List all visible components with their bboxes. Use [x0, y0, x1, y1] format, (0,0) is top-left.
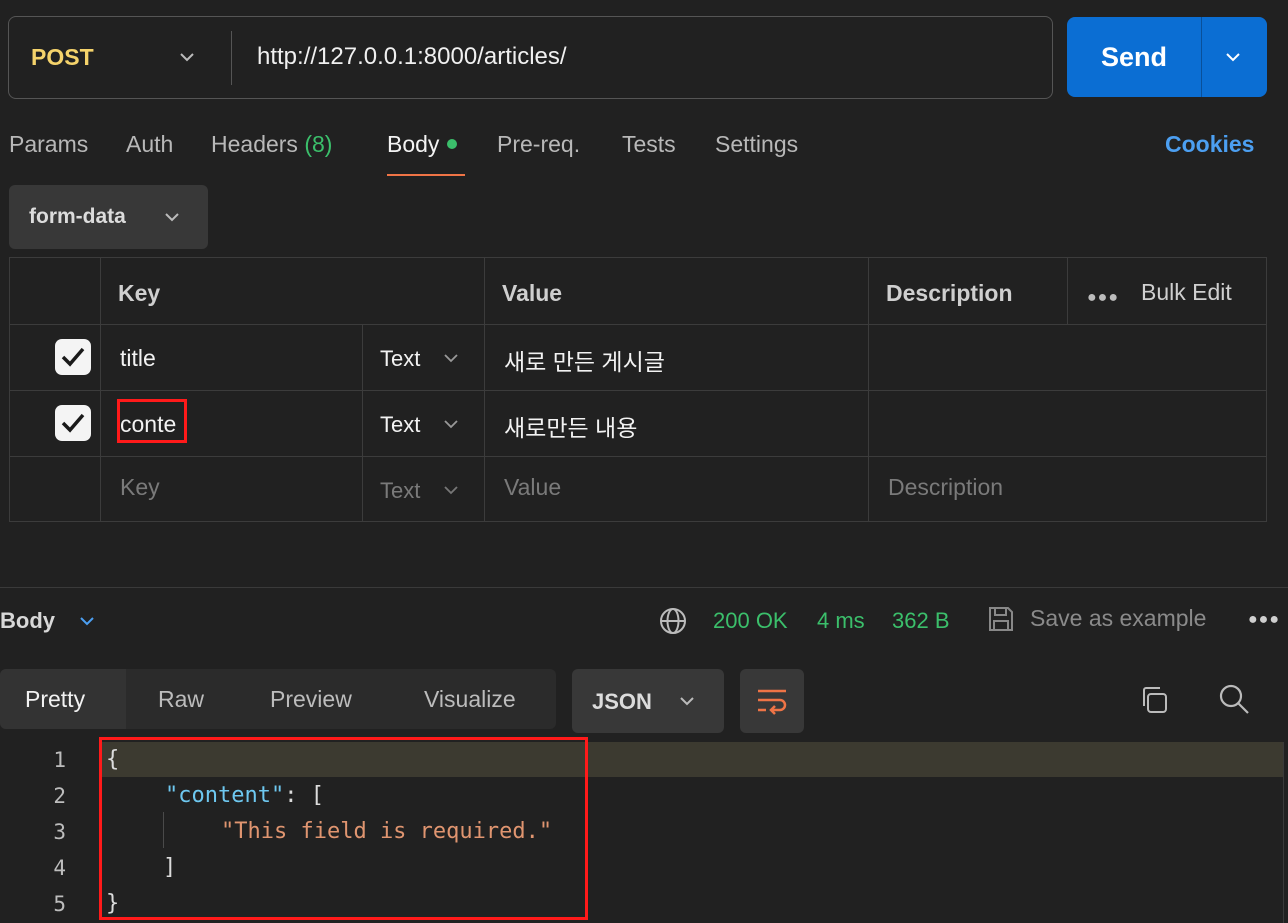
tab-prereq[interactable]: Pre-req. [497, 131, 580, 158]
tab-pretty[interactable]: Pretty [0, 669, 126, 729]
method-selector[interactable]: POST [31, 44, 94, 71]
new-description-input[interactable]: Description [888, 474, 1003, 501]
more-options-icon[interactable]: ●●● [1248, 611, 1280, 629]
body-type-label: form-data [29, 205, 126, 228]
url-input[interactable]: http://127.0.0.1:8000/articles/ [257, 43, 567, 71]
line-number: 4 [53, 856, 66, 880]
format-label: JSON [592, 689, 652, 714]
response-time[interactable]: 4 ms [817, 608, 865, 634]
headers-count-badge: (8) [304, 131, 333, 157]
tab-raw[interactable]: Raw [158, 669, 204, 729]
chevron-down-icon [680, 697, 694, 706]
save-as-example-button[interactable]: Save as example [1030, 605, 1206, 632]
copy-icon[interactable] [1138, 684, 1170, 716]
bulk-edit-button[interactable]: Bulk Edit [1141, 279, 1232, 306]
divider [1067, 258, 1068, 324]
divider [10, 456, 1266, 457]
row-type-select[interactable]: Text [380, 346, 420, 372]
tab-settings[interactable]: Settings [715, 131, 798, 158]
send-button-group: Send [1067, 17, 1267, 97]
new-key-input[interactable]: Key [120, 474, 160, 501]
column-header-value: Value [502, 280, 563, 306]
chevron-down-icon[interactable] [442, 415, 460, 433]
checkmark-icon [61, 413, 85, 433]
tab-auth[interactable]: Auth [126, 131, 173, 158]
tab-tests[interactable]: Tests [622, 131, 676, 158]
response-section-toggle[interactable]: Body [0, 608, 55, 634]
wrap-lines-icon [758, 689, 787, 715]
status-code[interactable]: 200 OK [713, 608, 788, 634]
more-options-icon[interactable]: ●●● [1087, 289, 1119, 307]
scrollbar-track[interactable] [1283, 742, 1284, 923]
format-dropdown[interactable]: JSON [572, 669, 724, 733]
wrap-lines-button[interactable] [740, 669, 804, 733]
tab-body[interactable]: Body [387, 131, 458, 158]
chevron-down-icon[interactable] [177, 47, 197, 67]
tab-body-label: Body [387, 131, 440, 157]
annotation-box [99, 737, 588, 920]
row-value[interactable]: 새로 만든 게시글 [504, 343, 665, 377]
new-value-input[interactable]: Value [504, 474, 561, 501]
divider [0, 587, 1288, 588]
row-value[interactable]: 새로만든 내용 [504, 409, 637, 443]
row-checkbox[interactable] [55, 405, 91, 441]
row-key[interactable]: title [120, 345, 156, 372]
active-tab-underline [387, 174, 465, 176]
form-data-table: Key Value Description ●●● Bulk Edit titl… [9, 257, 1267, 522]
row-type-select[interactable]: Text [380, 412, 420, 438]
response-size[interactable]: 362 B [892, 608, 950, 634]
save-icon [989, 607, 1013, 631]
divider [1201, 17, 1202, 97]
cookies-link[interactable]: Cookies [1165, 131, 1254, 158]
line-number: 3 [53, 820, 66, 844]
column-header-key: Key [118, 280, 161, 306]
tab-headers[interactable]: Headers (8) [211, 131, 332, 158]
tab-visualize[interactable]: Visualize [424, 669, 516, 729]
column-header-description: Description [886, 280, 1013, 306]
search-icon[interactable] [1217, 682, 1251, 716]
send-button[interactable]: Send [1067, 17, 1201, 97]
body-indicator-dot [447, 138, 458, 149]
divider [10, 390, 1266, 391]
tab-headers-label: Headers [211, 131, 298, 157]
body-type-dropdown[interactable]: form-data [9, 185, 208, 249]
line-number: 2 [53, 784, 66, 808]
chevron-down-icon[interactable] [442, 481, 460, 499]
chevron-down-icon [165, 213, 179, 222]
line-number: 5 [53, 892, 66, 916]
url-bar: POST http://127.0.0.1:8000/articles/ [8, 16, 1053, 99]
divider [362, 324, 363, 521]
checkmark-icon [61, 347, 85, 367]
chevron-down-icon[interactable] [77, 611, 97, 631]
response-view-tabs: Pretty Raw Preview Visualize [0, 669, 556, 729]
globe-icon[interactable] [658, 606, 688, 636]
new-type-select[interactable]: Text [380, 478, 420, 504]
tab-preview[interactable]: Preview [270, 669, 352, 729]
divider [231, 31, 232, 85]
row-checkbox[interactable] [55, 339, 91, 375]
chevron-down-icon[interactable] [442, 349, 460, 367]
line-number: 1 [53, 748, 66, 772]
annotation-box [117, 399, 187, 443]
tab-params[interactable]: Params [9, 131, 88, 158]
divider [10, 324, 1266, 325]
chevron-down-icon[interactable] [1222, 47, 1244, 67]
